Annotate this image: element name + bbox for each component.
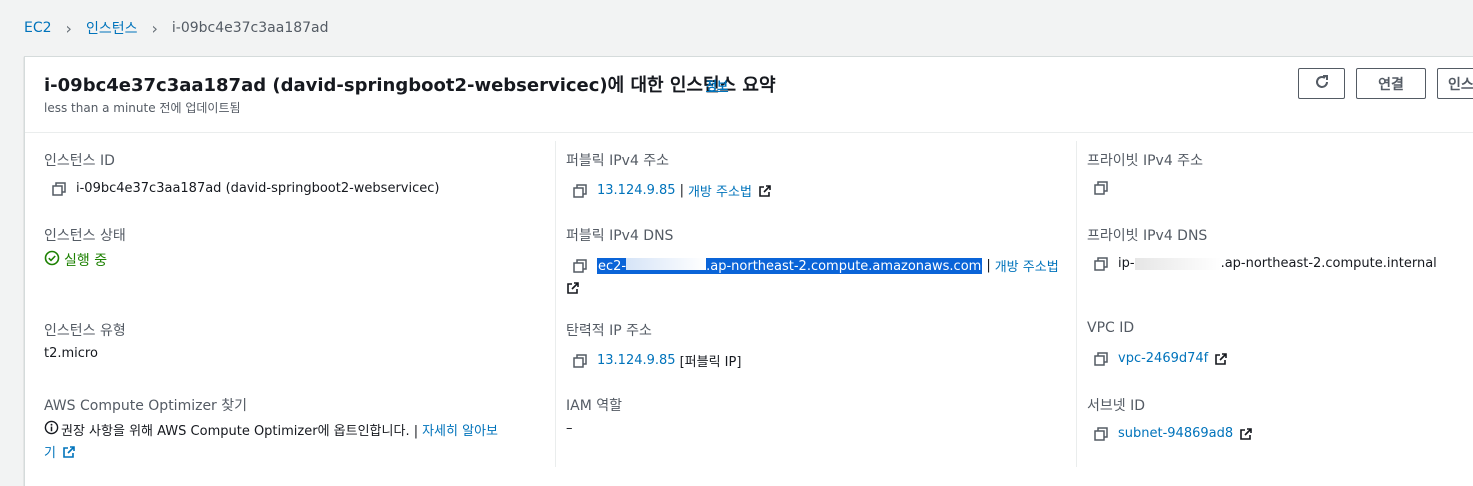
info-circle-icon [44,420,59,439]
copy-icon[interactable] [573,353,587,368]
external-link-icon[interactable] [1239,427,1253,441]
private-dns-value: ip- .ap-northeast-2.compute.internal [1094,256,1437,271]
column-divider [1076,141,1077,467]
page-title: i-09bc4e37c3aa187ad (david-springboot2-w… [44,75,776,96]
open-address-link[interactable]: 개방 주소법 [995,256,1059,275]
optimizer-text: 권장 사항을 위해 AWS Compute Optimizer에 옵트인합니다.… [44,420,498,439]
elastic-ip-link[interactable]: 13.124.9.85 [597,353,676,368]
copy-icon[interactable] [1094,256,1108,271]
refresh-icon [1314,74,1330,94]
instance-summary-panel: i-09bc4e37c3aa187ad (david-springboot2-w… [24,56,1473,486]
refresh-button[interactable] [1298,68,1345,99]
private-dns-label: 프라이빗 IPv4 DNS [1087,228,1208,244]
panel-header: i-09bc4e37c3aa187ad (david-springboot2-w… [25,57,1473,133]
iam-role-label: IAM 역할 [566,398,622,414]
copy-icon[interactable] [1094,181,1108,195]
external-link-icon[interactable] [758,184,772,198]
status-text: 실행 중 [64,253,108,269]
vpc-id-value: vpc-2469d74f [1094,351,1228,366]
separator: | [986,258,991,273]
public-dns-link[interactable]: ec2- .ap-northeast-2.compute.amazonaws.co… [597,257,983,274]
subnet-id-value: subnet-94869ad8 [1094,426,1253,441]
dns-prefix: ip- [1118,256,1135,271]
learn-more-link[interactable]: 자세히 알아보 [422,420,498,439]
copy-icon[interactable] [573,258,587,273]
instance-id-value: i-09bc4e37c3aa187ad (david-springboot2-w… [52,181,439,196]
public-dns-label: 퍼블릭 IPv4 DNS [566,228,674,244]
private-ipv4-label: 프라이빗 IPv4 주소 [1087,153,1203,169]
breadcrumb-current: i-09bc4e37c3aa187ad [171,20,329,36]
external-link-icon[interactable] [1214,352,1228,366]
instance-type-value: t2.micro [44,346,98,361]
last-updated: less than a minute 전에 업데이트됨 [44,101,241,115]
vpc-id-link[interactable]: vpc-2469d74f [1118,351,1208,366]
check-circle-icon [44,250,60,270]
separator: | [679,183,684,198]
public-ipv4-value: 13.124.9.85 | 개방 주소법 [573,181,772,200]
external-link-icon [566,281,580,295]
copy-icon[interactable] [573,183,587,198]
optimizer-label: AWS Compute Optimizer 찾기 [44,398,248,414]
public-ipv4-label: 퍼블릭 IPv4 주소 [566,153,670,169]
copy-icon[interactable] [52,181,66,196]
breadcrumb: EC2 › 인스턴스 › i-09bc4e37c3aa187ad [24,18,329,38]
chevron-right-icon: › [151,18,158,38]
dns-suffix: .ap-northeast-2.compute.internal [1220,256,1437,271]
subnet-id-link[interactable]: subnet-94869ad8 [1118,426,1233,441]
external-link-icon [62,445,76,459]
dns-suffix: .ap-northeast-2.compute.amazonaws.com [706,258,982,274]
copy-icon[interactable] [1094,351,1108,366]
instance-state-value: 실행 중 [44,250,107,270]
open-address-link[interactable]: 개방 주소법 [688,181,752,200]
instance-state-label: 인스턴스 상태 [44,228,126,244]
info-link[interactable]: 정보 [706,77,728,94]
iam-role-value: – [566,421,573,436]
optimizer-description: 권장 사항을 위해 AWS Compute Optimizer에 옵트인합니다.… [61,424,419,439]
subnet-id-label: 서브넷 ID [1087,398,1145,414]
learn-more-link-text: 기 [44,446,56,461]
private-ipv4-value [1094,181,1118,195]
chevron-right-icon: › [65,18,72,38]
elastic-ip-label: 탄력적 IP 주소 [566,323,652,339]
elastic-ip-type: [퍼블릭 IP] [679,355,742,370]
public-dns-value: ec2- .ap-northeast-2.compute.amazonaws.co… [573,256,1059,275]
copy-icon[interactable] [1094,426,1108,441]
public-ipv4-link[interactable]: 13.124.9.85 [597,183,676,198]
instance-id-text: i-09bc4e37c3aa187ad (david-springboot2-w… [76,181,440,196]
learn-more-link-continued[interactable]: 기 [44,442,76,461]
redacted-region [1134,257,1221,270]
breadcrumb-instances[interactable]: 인스턴스 [86,18,138,38]
instance-id-label: 인스턴스 ID [44,153,115,169]
instance-state-button[interactable]: 인스 [1437,68,1473,99]
vpc-id-label: VPC ID [1087,320,1135,336]
column-divider [555,141,556,467]
public-dns-external[interactable] [566,281,580,295]
connect-button[interactable]: 연결 [1356,68,1426,99]
dns-prefix: ec2- [598,258,627,274]
elastic-ip-value: 13.124.9.85 [퍼블릭 IP] [573,351,741,370]
breadcrumb-ec2[interactable]: EC2 [24,20,52,36]
instance-type-label: 인스턴스 유형 [44,323,126,339]
redacted-region [626,257,707,270]
